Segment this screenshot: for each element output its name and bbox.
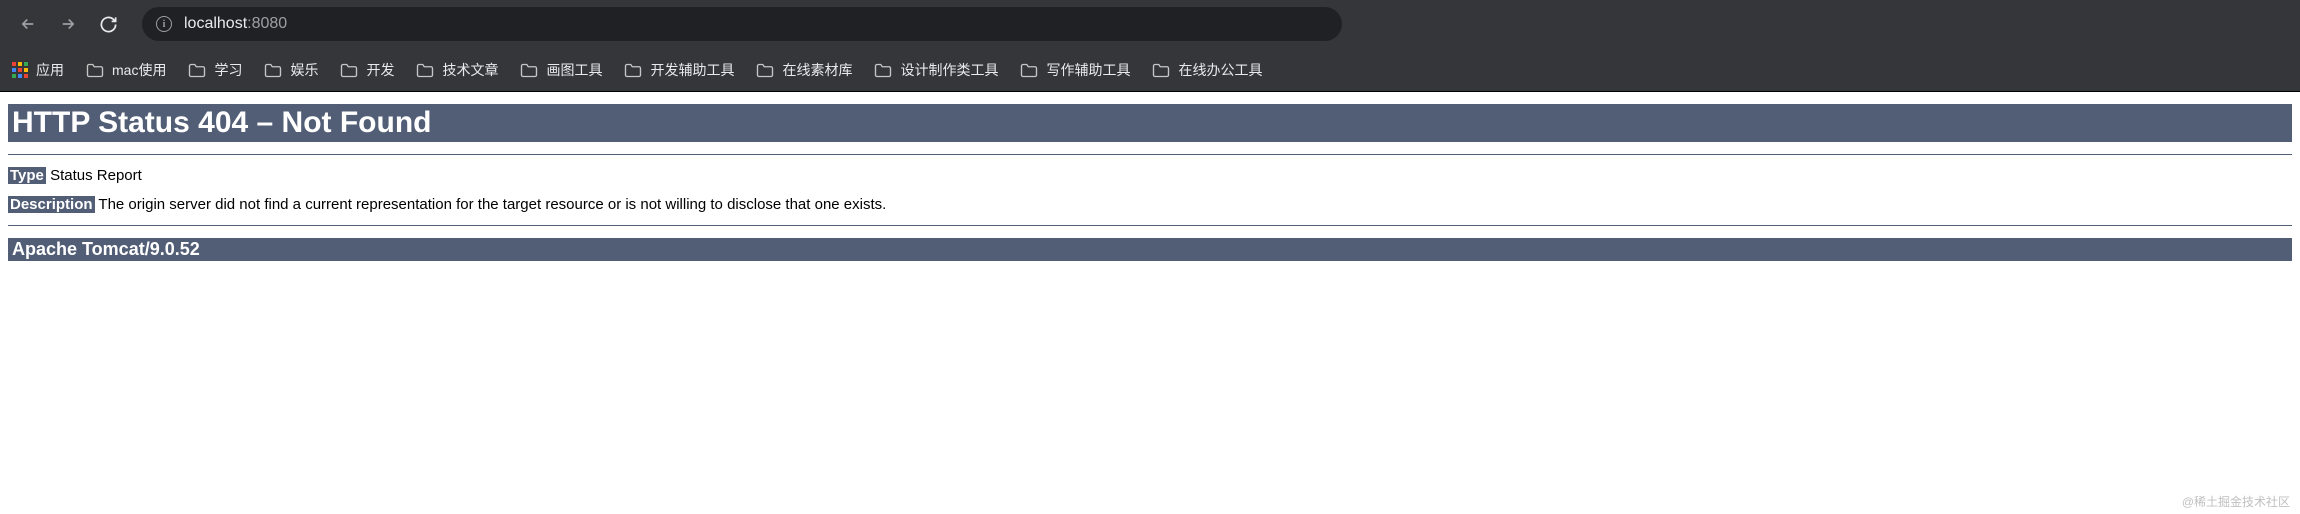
address-bar[interactable]: i localhost:8080 xyxy=(142,7,1342,41)
folder-icon xyxy=(264,63,282,77)
folder-icon xyxy=(1152,63,1170,77)
bookmark-folder[interactable]: 在线素材库 xyxy=(756,60,852,80)
type-label: Type xyxy=(8,167,46,184)
back-button[interactable] xyxy=(12,8,44,40)
description-label: Description xyxy=(8,196,95,213)
error-title: HTTP Status 404 – Not Found xyxy=(8,104,2292,142)
bookmark-label: 在线素材库 xyxy=(782,60,852,80)
browser-toolbar: i localhost:8080 xyxy=(0,0,2300,48)
folder-icon xyxy=(86,63,104,77)
folder-icon xyxy=(520,63,538,77)
folder-icon xyxy=(188,63,206,77)
bookmark-folder[interactable]: 画图工具 xyxy=(520,60,602,80)
bookmark-label: 学习 xyxy=(214,60,242,80)
folder-icon xyxy=(624,63,642,77)
forward-button[interactable] xyxy=(52,8,84,40)
bookmark-folder[interactable]: 技术文章 xyxy=(416,60,498,80)
description-value: The origin server did not find a current… xyxy=(95,196,887,213)
folder-icon xyxy=(874,63,892,77)
bookmark-label: 娱乐 xyxy=(290,60,318,80)
page-content: HTTP Status 404 – Not Found Type Status … xyxy=(0,104,2300,261)
bookmark-label: 技术文章 xyxy=(442,60,498,80)
reload-button[interactable] xyxy=(92,8,124,40)
bookmark-folder[interactable]: 在线办公工具 xyxy=(1152,60,1262,80)
folder-icon xyxy=(756,63,774,77)
bookmark-label: 设计制作类工具 xyxy=(900,60,998,80)
url-host: localhost xyxy=(184,15,247,33)
divider xyxy=(8,154,2292,155)
error-description-line: Description The origin server did not fi… xyxy=(8,196,2292,213)
bookmark-folder[interactable]: 设计制作类工具 xyxy=(874,60,998,80)
bookmark-folder[interactable]: 学习 xyxy=(188,60,242,80)
bookmark-label: mac使用 xyxy=(112,60,166,80)
error-type-line: Type Status Report xyxy=(8,167,2292,184)
apps-label: 应用 xyxy=(36,60,64,80)
bookmark-label: 在线办公工具 xyxy=(1178,60,1262,80)
bookmark-folder[interactable]: 开发 xyxy=(340,60,394,80)
bookmark-folder[interactable]: 娱乐 xyxy=(264,60,318,80)
server-footer: Apache Tomcat/9.0.52 xyxy=(8,238,2292,261)
bookmark-folder[interactable]: 写作辅助工具 xyxy=(1020,60,1130,80)
bookmark-label: 写作辅助工具 xyxy=(1046,60,1130,80)
folder-icon xyxy=(416,63,434,77)
bookmark-label: 开发 xyxy=(366,60,394,80)
bookmark-folder[interactable]: mac使用 xyxy=(86,60,166,80)
bookmarks-bar: 应用 mac使用 学习 娱乐 开发 技术文章 画图工具 开发辅助工具 在线素材库 设计制作类工具… xyxy=(0,48,2300,92)
divider xyxy=(8,225,2292,226)
bookmark-label: 画图工具 xyxy=(546,60,602,80)
watermark: @稀土掘金技术社区 xyxy=(2182,493,2290,510)
url-port: :8080 xyxy=(247,15,287,33)
type-value: Status Report xyxy=(46,167,142,184)
bookmark-folder[interactable]: 开发辅助工具 xyxy=(624,60,734,80)
site-info-icon[interactable]: i xyxy=(156,16,172,32)
apps-icon xyxy=(12,62,28,78)
folder-icon xyxy=(1020,63,1038,77)
bookmark-label: 开发辅助工具 xyxy=(650,60,734,80)
apps-button[interactable]: 应用 xyxy=(12,60,64,80)
folder-icon xyxy=(340,63,358,77)
